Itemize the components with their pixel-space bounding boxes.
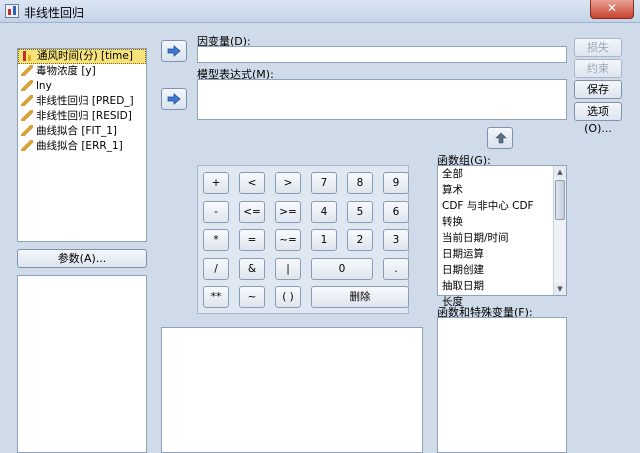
right-arrow-icon (167, 45, 181, 57)
calc-key[interactable]: - (203, 201, 229, 223)
calc-key[interactable]: >= (275, 201, 301, 223)
parameters-button[interactable]: 参数(A)... (17, 249, 147, 268)
function-group-item[interactable]: 日期运算 (438, 246, 566, 262)
variable-label: 通风时间(分) [time] (37, 50, 133, 62)
calc-key[interactable]: + (203, 172, 229, 194)
calc-key[interactable]: 2 (347, 229, 373, 251)
calc-key[interactable]: & (239, 258, 265, 280)
title-bar[interactable]: 非线性回归 ✕ (0, 0, 640, 23)
scroll-up-icon[interactable]: ▲ (554, 166, 566, 178)
functions-special-vars-list[interactable] (437, 317, 567, 453)
calc-key[interactable]: ** (203, 286, 229, 308)
right-arrow-icon (167, 93, 181, 105)
variable-item[interactable]: 非线性回归 [PRED_] (18, 94, 146, 109)
ruler-icon (21, 65, 33, 76)
scroll-down-icon[interactable]: ▼ (554, 283, 566, 295)
constraints-button[interactable]: 约束(C)... (574, 59, 622, 92)
options-button[interactable]: 选项(O)... (574, 102, 622, 135)
variable-item[interactable]: 曲线拟合 [ERR_1] (18, 139, 146, 154)
function-group-item[interactable]: 全部 (438, 166, 566, 182)
up-arrow-icon (495, 132, 507, 144)
scroll-thumb[interactable] (555, 180, 565, 220)
function-group-item[interactable]: 算术 (438, 182, 566, 198)
function-group-item[interactable]: 日期创建 (438, 262, 566, 278)
function-group-item[interactable]: 抽取日期 (438, 278, 566, 294)
calc-key[interactable]: . (383, 258, 409, 280)
function-group-list[interactable]: 全部 算术 CDF 与非中心 CDF 转换 当前日期/时间 日期运算 日期创建 抽取日期 长度 … (437, 165, 567, 308)
calc-key[interactable]: | (275, 258, 301, 280)
calc-key[interactable]: ( ) (275, 286, 301, 308)
dependent-field[interactable] (197, 46, 567, 63)
ruler-icon (21, 140, 33, 151)
insert-function-button[interactable] (487, 127, 513, 149)
ruler-icon (21, 125, 33, 136)
variable-list[interactable]: 通风时间(分) [time] 毒物浓度 [y] lny 非线性回归 [PRED_] 非线… (17, 48, 147, 242)
calc-key[interactable]: 0 (311, 258, 373, 280)
variable-label: 非线性回归 [RESID] (36, 110, 132, 122)
variable-label: 毒物浓度 [y] (36, 65, 96, 77)
loss-button[interactable]: 损失(L)... (574, 38, 622, 71)
ruler-icon (21, 80, 33, 91)
calc-key[interactable]: * (203, 229, 229, 251)
variable-item[interactable]: 曲线拟合 [FIT_1] (18, 124, 146, 139)
calc-key[interactable]: = (239, 229, 265, 251)
function-group-item[interactable]: CDF 与非中心 CDF (438, 198, 566, 214)
calculator-pad: + < >7 8 9 - <= >= 4 5 6 * = ~= 1 2 3 /& | 0. ** ~ ( ) 删除 (197, 165, 409, 314)
calc-key[interactable]: <= (239, 201, 265, 223)
function-group-scrollbar[interactable]: ▲ ▼ (553, 166, 566, 295)
function-description-area (161, 327, 423, 453)
parameters-list[interactable] (17, 275, 147, 453)
calc-key[interactable]: 4 (311, 201, 337, 223)
calc-key[interactable]: 3 (383, 229, 409, 251)
calc-key[interactable]: 1 (311, 229, 337, 251)
calc-key[interactable]: 7 (311, 172, 337, 194)
function-group-item[interactable]: 转换 (438, 214, 566, 230)
calc-key[interactable]: 8 (347, 172, 373, 194)
spss-app-icon (5, 4, 19, 18)
calc-key[interactable]: > (275, 172, 301, 194)
calc-key[interactable]: 5 (347, 201, 373, 223)
function-group-item[interactable]: 当前日期/时间 (438, 230, 566, 246)
window-title: 非线性回归 (24, 6, 85, 20)
variable-item[interactable]: 通风时间(分) [time] (18, 49, 146, 64)
variable-label: 曲线拟合 [ERR_1] (36, 140, 123, 152)
calc-key[interactable]: < (239, 172, 265, 194)
calc-key[interactable]: 删除 (311, 286, 409, 308)
calc-key[interactable]: ~= (275, 229, 301, 251)
calc-key[interactable]: 9 (383, 172, 409, 194)
variable-label: lny (36, 80, 52, 92)
variable-item[interactable]: 非线性回归 [RESID] (18, 109, 146, 124)
variable-label: 非线性回归 [PRED_] (36, 95, 134, 107)
variable-item[interactable]: lny (18, 79, 146, 94)
ruler-icon (21, 110, 33, 121)
close-button[interactable]: ✕ (590, 0, 634, 19)
model-expression-field[interactable] (197, 79, 567, 120)
variable-label: 曲线拟合 [FIT_1] (36, 125, 118, 137)
ruler-icon (21, 95, 33, 106)
scale-bars-icon (22, 50, 34, 61)
move-to-model-button[interactable] (161, 88, 187, 110)
calc-key[interactable]: ~ (239, 286, 265, 308)
move-to-dependent-button[interactable] (161, 40, 187, 62)
calc-key[interactable]: 6 (383, 201, 409, 223)
calc-key[interactable]: / (203, 258, 229, 280)
save-button[interactable]: 保存(S)... (574, 80, 622, 113)
variable-item[interactable]: 毒物浓度 [y] (18, 64, 146, 79)
